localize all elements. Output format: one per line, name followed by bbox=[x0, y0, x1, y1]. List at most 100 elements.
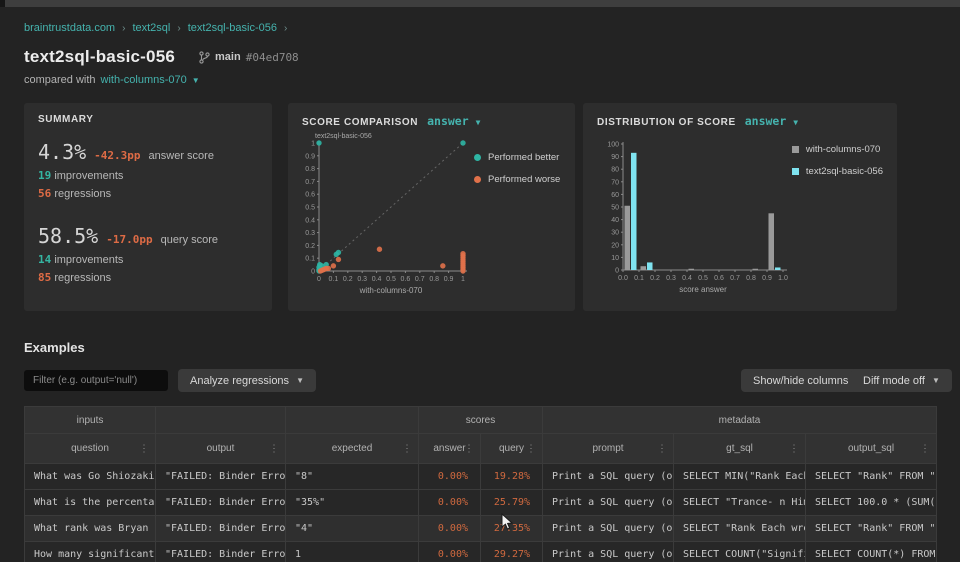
cell-prompt[interactable]: Print a SQL query (over a … bbox=[543, 490, 674, 516]
column-menu-icon[interactable]: ⋮ bbox=[464, 443, 474, 454]
query-score-metric: 58.5% -17.0pp query score 14 improvement… bbox=[38, 224, 258, 284]
score-comparison-title: SCORE COMPARISON bbox=[302, 117, 418, 128]
score-comparison-selector[interactable]: answer ▼ bbox=[427, 114, 480, 128]
cell-output_sql[interactable]: SELECT "Rank" FROM "table"… bbox=[806, 464, 937, 490]
cell-question[interactable]: What was Go Shiozaki's ran… bbox=[25, 464, 156, 490]
svg-text:1: 1 bbox=[311, 141, 315, 148]
cell-output_sql[interactable]: SELECT 100.0 * (SUM(CASE W… bbox=[806, 490, 937, 516]
column-menu-icon[interactable]: ⋮ bbox=[402, 443, 412, 454]
table-row[interactable]: What is the percentage of …"FAILED: Bind… bbox=[25, 490, 937, 516]
table-column-header-row: question⋮output⋮expected⋮answer⋮query⋮pr… bbox=[25, 434, 937, 464]
column-menu-icon[interactable]: ⋮ bbox=[526, 443, 536, 454]
svg-text:with-columns-070: with-columns-070 bbox=[359, 286, 423, 295]
column-header-expected[interactable]: expected⋮ bbox=[286, 434, 419, 464]
column-menu-icon[interactable]: ⋮ bbox=[920, 443, 930, 454]
experiment-page: braintrustdata.com › text2sql › text2sql… bbox=[0, 0, 960, 562]
svg-text:0.5: 0.5 bbox=[386, 276, 396, 283]
breadcrumb-project-link[interactable]: text2sql bbox=[132, 22, 170, 34]
table-row[interactable]: What rank was Bryan Daniel…"FAILED: Bind… bbox=[25, 516, 937, 542]
cell-query[interactable]: 19.28% bbox=[481, 464, 543, 490]
column-menu-icon[interactable]: ⋮ bbox=[789, 443, 799, 454]
chevron-down-icon: ▼ bbox=[793, 118, 798, 127]
breadcrumb: braintrustdata.com › text2sql › text2sql… bbox=[24, 22, 287, 34]
svg-text:0.9: 0.9 bbox=[444, 276, 454, 283]
svg-text:score answer: score answer bbox=[679, 285, 727, 294]
svg-text:40: 40 bbox=[611, 217, 619, 224]
cell-output_sql[interactable]: SELECT COUNT(*) FROM "tabl… bbox=[806, 542, 937, 562]
compared-with-link[interactable]: with-columns-070 bbox=[101, 74, 187, 86]
cell-output[interactable]: "FAILED: Binder Error: Ref… bbox=[156, 516, 286, 542]
cell-prompt[interactable]: Print a SQL query (over a … bbox=[543, 516, 674, 542]
column-menu-icon[interactable]: ⋮ bbox=[657, 443, 667, 454]
diff-mode-button[interactable]: Diff mode off▼ bbox=[851, 369, 952, 392]
column-menu-icon[interactable]: ⋮ bbox=[139, 443, 149, 454]
cell-answer[interactable]: 0.00% bbox=[419, 464, 481, 490]
cell-gt_sql[interactable]: SELECT COUNT("Significant … bbox=[674, 542, 806, 562]
group-header-metadata: metadata bbox=[543, 407, 937, 434]
cell-answer[interactable]: 0.00% bbox=[419, 490, 481, 516]
cell-expected[interactable]: "35%" bbox=[286, 490, 419, 516]
cell-gt_sql[interactable]: SELECT "Rank Each wrestler… bbox=[674, 516, 806, 542]
svg-text:1: 1 bbox=[461, 276, 465, 283]
answer-score-delta: -42.3pp bbox=[94, 149, 140, 162]
chevron-down-icon: ▼ bbox=[296, 376, 304, 385]
cell-question[interactable]: What is the percentage of … bbox=[25, 490, 156, 516]
branch-name: main bbox=[215, 51, 241, 63]
query-regressions: 85 regressions bbox=[38, 271, 258, 284]
cell-gt_sql[interactable]: SELECT "Trance- n Himalaya… bbox=[674, 490, 806, 516]
commit-hash: #04ed708 bbox=[246, 51, 299, 64]
cell-expected[interactable]: "8" bbox=[286, 464, 419, 490]
cell-prompt[interactable]: Print a SQL query (over a … bbox=[543, 542, 674, 562]
svg-text:90: 90 bbox=[611, 154, 619, 161]
analyze-regressions-button[interactable]: Analyze regressions▼ bbox=[178, 369, 316, 392]
cell-output[interactable]: "FAILED: Binder Error: Val… bbox=[156, 490, 286, 516]
query-score-label: query score bbox=[161, 234, 218, 246]
chevron-down-icon[interactable]: ▼ bbox=[192, 76, 200, 85]
svg-text:0.8: 0.8 bbox=[746, 275, 756, 282]
legend-performed-worse: Performed worse bbox=[474, 174, 560, 185]
cell-question[interactable]: What rank was Bryan Daniel… bbox=[25, 516, 156, 542]
cell-question[interactable]: How many significant relat… bbox=[25, 542, 156, 562]
breadcrumb-org-link[interactable]: braintrustdata.com bbox=[24, 22, 115, 34]
breadcrumb-separator-icon: › bbox=[177, 23, 180, 34]
cell-gt_sql[interactable]: SELECT MIN("Rank Each wres… bbox=[674, 464, 806, 490]
cell-query[interactable]: 25.79% bbox=[481, 490, 543, 516]
cell-answer[interactable]: 0.00% bbox=[419, 542, 481, 562]
svg-text:0.5: 0.5 bbox=[698, 275, 708, 282]
compared-with-row: compared with with-columns-070 ▼ bbox=[24, 74, 200, 86]
svg-text:0.1: 0.1 bbox=[329, 276, 339, 283]
column-header-question[interactable]: question⋮ bbox=[25, 434, 156, 464]
table-row[interactable]: What was Go Shiozaki's ran…"FAILED: Bind… bbox=[25, 464, 937, 490]
breadcrumb-experiment-link[interactable]: text2sql-basic-056 bbox=[188, 22, 277, 34]
cell-output[interactable]: "FAILED: Binder Error: Ref… bbox=[156, 542, 286, 562]
cell-expected[interactable]: 1 bbox=[286, 542, 419, 562]
svg-text:80: 80 bbox=[611, 167, 619, 174]
cell-output[interactable]: "FAILED: Binder Error: Ref… bbox=[156, 464, 286, 490]
table-row[interactable]: How many significant relat…"FAILED: Bind… bbox=[25, 542, 937, 562]
compared-with-label: compared with bbox=[24, 74, 96, 86]
column-header-query[interactable]: query⋮ bbox=[481, 434, 543, 464]
svg-text:0.2: 0.2 bbox=[305, 243, 315, 250]
svg-text:0.4: 0.4 bbox=[305, 217, 315, 224]
column-header-answer[interactable]: answer⋮ bbox=[419, 434, 481, 464]
query-improvements: 14 improvements bbox=[38, 253, 258, 266]
examples-table-wrap: inputsscoresmetadataquestion⋮output⋮expe… bbox=[24, 406, 936, 562]
cell-expected[interactable]: "4" bbox=[286, 516, 419, 542]
svg-text:0.0: 0.0 bbox=[618, 275, 628, 282]
column-menu-icon[interactable]: ⋮ bbox=[269, 443, 279, 454]
cell-output_sql[interactable]: SELECT "Rank" FROM "table"… bbox=[806, 516, 937, 542]
answer-score-value: 4.3% bbox=[38, 140, 86, 164]
column-header-gt_sql[interactable]: gt_sql⋮ bbox=[674, 434, 806, 464]
column-header-prompt[interactable]: prompt⋮ bbox=[543, 434, 674, 464]
filter-input[interactable] bbox=[24, 370, 168, 391]
distribution-selector[interactable]: answer ▼ bbox=[745, 114, 798, 128]
page-title: text2sql-basic-056 bbox=[24, 47, 175, 67]
cell-query[interactable]: 27.35% bbox=[481, 516, 543, 542]
column-header-output_sql[interactable]: output_sql⋮ bbox=[806, 434, 937, 464]
cell-prompt[interactable]: Print a SQL query (over a … bbox=[543, 464, 674, 490]
svg-text:100: 100 bbox=[607, 142, 619, 149]
cell-query[interactable]: 29.27% bbox=[481, 542, 543, 562]
column-header-output[interactable]: output⋮ bbox=[156, 434, 286, 464]
cell-answer[interactable]: 0.00% bbox=[419, 516, 481, 542]
distribution-histogram-chart: 01020304050607080901000.00.10.20.30.40.5… bbox=[597, 130, 792, 302]
